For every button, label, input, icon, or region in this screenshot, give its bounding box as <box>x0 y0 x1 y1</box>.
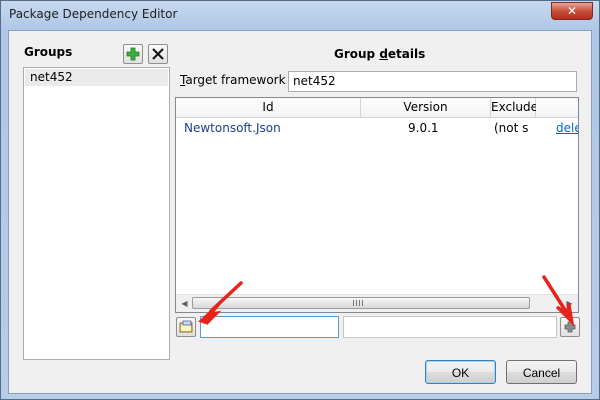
dialog-window: Package Dependency Editor ✕ Groups net45… <box>0 0 600 400</box>
annotation-arrows <box>198 275 575 327</box>
annotation-arrow-icon <box>542 275 575 327</box>
annotation-arrow-icon <box>198 281 243 325</box>
